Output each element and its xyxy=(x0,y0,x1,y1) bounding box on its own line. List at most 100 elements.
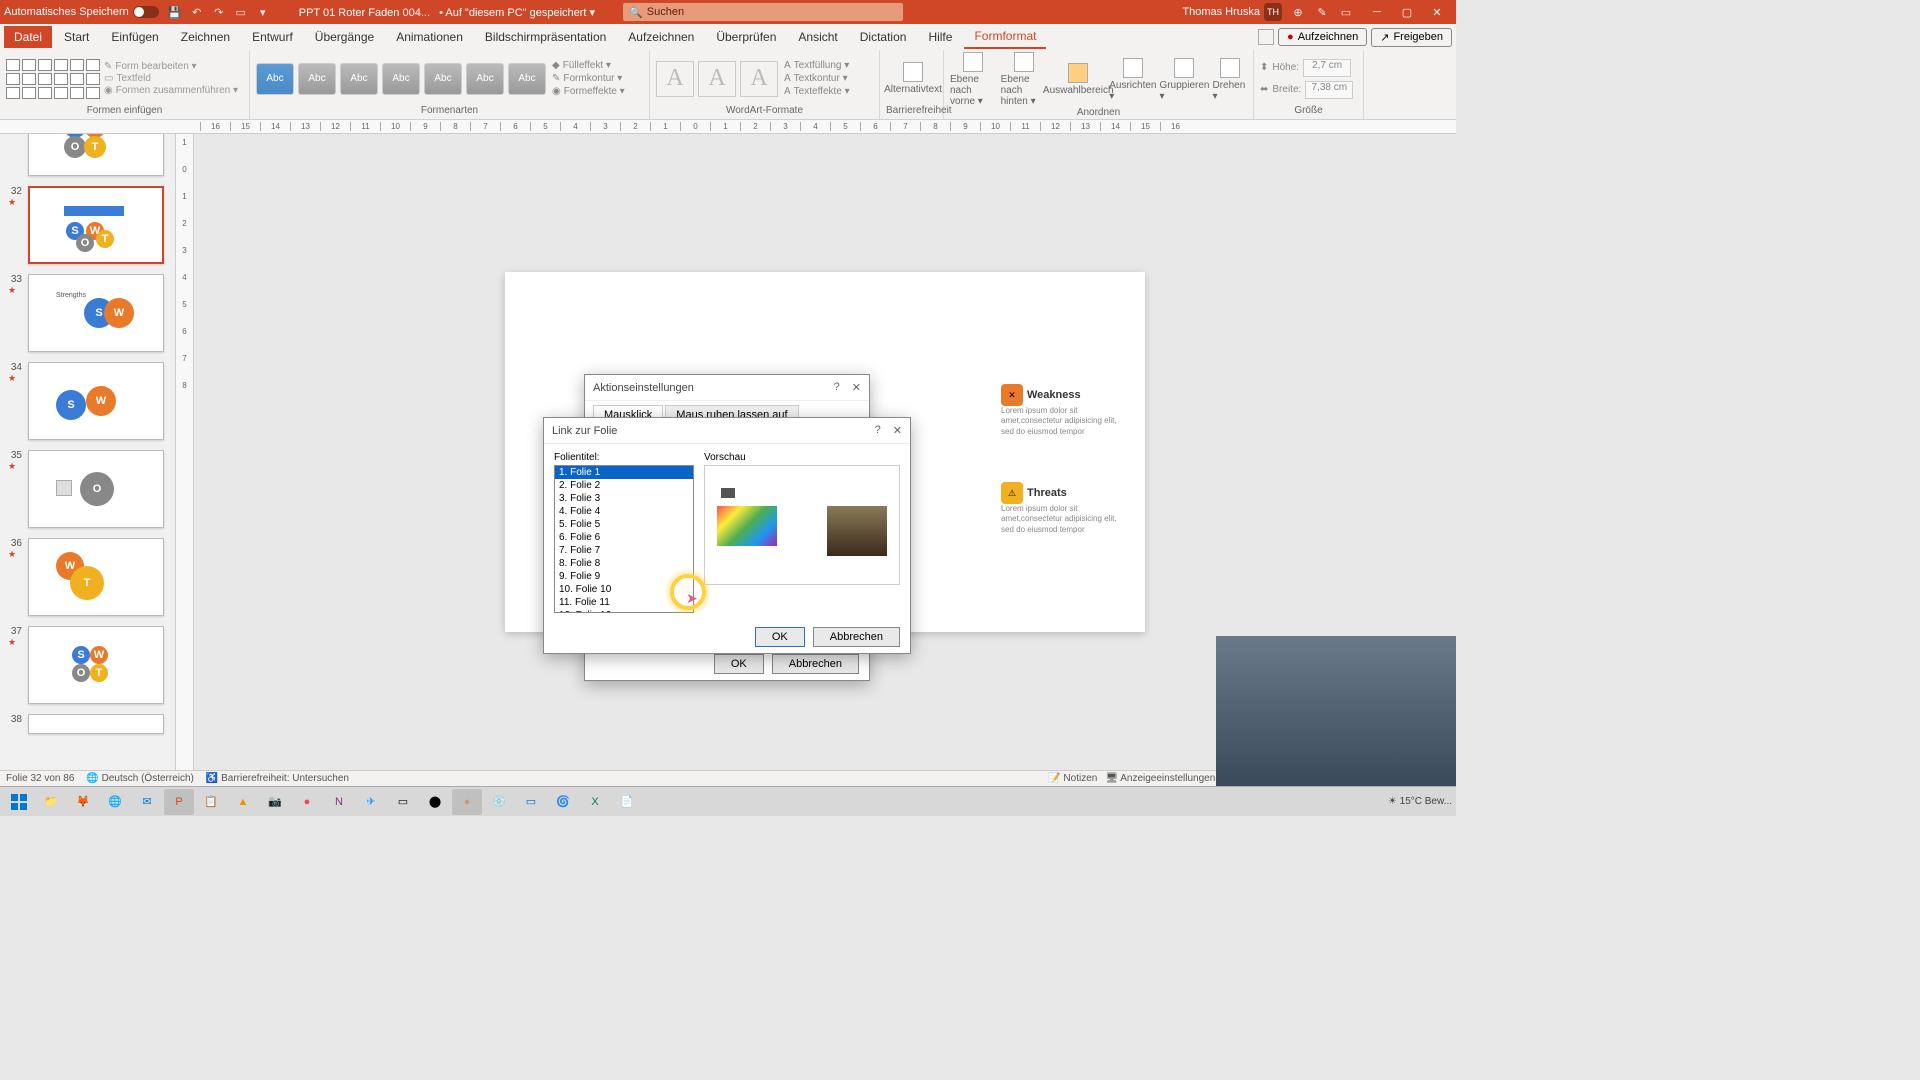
onenote-icon[interactable]: N xyxy=(324,789,354,815)
tab-slideshow[interactable]: Bildschirmpräsentation xyxy=(475,26,616,48)
wordart-style-1[interactable]: A xyxy=(656,61,694,97)
thumbnail-33[interactable]: 33★ S W Strengths xyxy=(8,274,167,352)
tab-start[interactable]: Start xyxy=(54,26,99,48)
tab-transitions[interactable]: Übergänge xyxy=(305,26,384,48)
link-dialog-titlebar[interactable]: Link zur Folie ? ✕ xyxy=(544,418,910,444)
powerpoint-icon[interactable]: P xyxy=(164,789,194,815)
close-button[interactable]: ✕ xyxy=(1422,2,1452,22)
tab-help[interactable]: Hilfe xyxy=(918,26,962,48)
link-cancel-button[interactable]: Abbrechen xyxy=(813,627,900,647)
app-icon-2[interactable]: 📷 xyxy=(260,789,290,815)
thumbnail-31-partial[interactable]: S W O T xyxy=(8,134,167,176)
textbox-button[interactable]: ▭ Textfeld xyxy=(104,73,238,84)
chrome-icon[interactable]: 🌐 xyxy=(100,789,130,815)
outlook-icon[interactable]: ✉ xyxy=(132,789,162,815)
shape-fill-button[interactable]: ◆ Fülleffekt ▾ xyxy=(550,59,627,72)
wordart-style-2[interactable]: A xyxy=(698,61,736,97)
slide-list-item-8[interactable]: 8. Folie 8 xyxy=(555,557,693,570)
rotate-button[interactable]: Drehen ▾ xyxy=(1212,58,1247,102)
redo-icon[interactable]: ↷ xyxy=(211,4,227,20)
shape-style-6[interactable]: Abc xyxy=(466,63,504,95)
language-indicator[interactable]: 🌐 Deutsch (Österreich) xyxy=(86,773,193,784)
shape-style-2[interactable]: Abc xyxy=(298,63,336,95)
app-icon-8[interactable]: 📄 xyxy=(612,789,642,815)
slide-list-item-3[interactable]: 3. Folie 3 xyxy=(555,492,693,505)
shape-style-1[interactable]: Abc xyxy=(256,63,294,95)
height-input[interactable]: 2,7 cm xyxy=(1303,59,1351,77)
tab-shapeformat[interactable]: Formformat xyxy=(964,25,1046,49)
slide-list-item-12[interactable]: 12. Folie 12 xyxy=(555,609,693,613)
link-ok-button[interactable]: OK xyxy=(755,627,805,647)
undo-icon[interactable]: ↶ xyxy=(189,4,205,20)
text-outline-button[interactable]: A Textkontur ▾ xyxy=(782,72,852,85)
action-dialog-titlebar[interactable]: Aktionseinstellungen ? ✕ xyxy=(585,375,869,401)
slide-list-item-10[interactable]: 10. Folie 10 xyxy=(555,583,693,596)
thumbnail-32[interactable]: 32★ S W O T xyxy=(8,186,167,264)
thumbnail-38[interactable]: 38 xyxy=(8,714,167,734)
text-fill-button[interactable]: A Textfüllung ▾ xyxy=(782,59,852,72)
firefox-icon[interactable]: 🦊 xyxy=(68,789,98,815)
maximize-button[interactable]: ▢ xyxy=(1392,2,1422,22)
link-help-icon[interactable]: ? xyxy=(875,424,881,437)
more-icon[interactable]: ▾ xyxy=(255,4,271,20)
tools-icon[interactable]: ✎ xyxy=(1314,4,1330,20)
slide-list-item-11[interactable]: 11. Folie 11 xyxy=(555,596,693,609)
slide-list-item-7[interactable]: 7. Folie 7 xyxy=(555,544,693,557)
excel-icon[interactable]: X xyxy=(580,789,610,815)
weather-widget[interactable]: ☀ 15°C Bew... xyxy=(1388,796,1452,807)
coming-soon-icon[interactable]: ⊕ xyxy=(1290,4,1306,20)
action-ok-button[interactable]: OK xyxy=(714,654,764,674)
wordart-style-3[interactable]: A xyxy=(740,61,778,97)
merge-shapes-button[interactable]: ◉ Formen zusammenführen ▾ xyxy=(104,85,238,96)
slide-list-item-6[interactable]: 6. Folie 6 xyxy=(555,531,693,544)
text-effects-button[interactable]: A Texteffekte ▾ xyxy=(782,85,852,98)
action-help-icon[interactable]: ? xyxy=(834,381,840,394)
slide-list-item-5[interactable]: 5. Folie 5 xyxy=(555,518,693,531)
action-cancel-button[interactable]: Abbrechen xyxy=(772,654,859,674)
align-button[interactable]: Ausrichten ▾ xyxy=(1109,58,1156,102)
app-icon-5[interactable]: ● xyxy=(452,789,482,815)
tab-dictation[interactable]: Dictation xyxy=(850,26,917,48)
action-close-icon[interactable]: ✕ xyxy=(852,381,861,394)
width-input[interactable]: 7,38 cm xyxy=(1305,81,1353,99)
tab-record[interactable]: Aufzeichnen xyxy=(618,26,704,48)
slide-list-item-4[interactable]: 4. Folie 4 xyxy=(555,505,693,518)
tab-view[interactable]: Ansicht xyxy=(788,26,847,48)
shape-style-4[interactable]: Abc xyxy=(382,63,420,95)
notes-toggle[interactable]: 📝 Notizen xyxy=(1048,773,1097,784)
slide-list-item-2[interactable]: 2. Folie 2 xyxy=(555,479,693,492)
tab-review[interactable]: Überprüfen xyxy=(706,26,786,48)
telegram-icon[interactable]: ✈ xyxy=(356,789,386,815)
app-icon-7[interactable]: ▭ xyxy=(516,789,546,815)
app-icon-3[interactable]: ● xyxy=(292,789,322,815)
alt-text-button[interactable]: Alternativtext xyxy=(886,62,940,95)
tab-draw[interactable]: Zeichnen xyxy=(171,26,240,48)
tab-design[interactable]: Entwurf xyxy=(242,26,303,48)
accessibility-checker[interactable]: ♿ Barrierefreiheit: Untersuchen xyxy=(206,773,349,784)
ribbon-options-icon[interactable]: ▭ xyxy=(1338,4,1354,20)
autosave-switch[interactable] xyxy=(133,6,159,18)
share-button[interactable]: ↗Freigeben xyxy=(1371,28,1452,47)
comments-icon[interactable] xyxy=(1258,29,1274,45)
thumbnail-37[interactable]: 37★ S W O T xyxy=(8,626,167,704)
start-button[interactable] xyxy=(4,789,34,815)
group-button[interactable]: Gruppieren ▾ xyxy=(1160,58,1208,102)
record-button[interactable]: ●Aufzeichnen xyxy=(1278,28,1367,46)
autosave-toggle[interactable]: Automatisches Speichern xyxy=(4,6,159,18)
slide-list-item-1[interactable]: 1. Folie 1 xyxy=(555,466,693,479)
vlc-icon[interactable]: ▲ xyxy=(228,789,258,815)
search-box[interactable]: 🔍 Suchen xyxy=(623,3,903,21)
slideshow-icon[interactable]: ▭ xyxy=(233,4,249,20)
slide-counter[interactable]: Folie 32 von 86 xyxy=(6,773,74,784)
selection-pane-button[interactable]: Auswahlbereich xyxy=(1051,63,1105,96)
shape-effects-button[interactable]: ◉ Formeffekte ▾ xyxy=(550,85,627,98)
shapes-gallery[interactable] xyxy=(6,59,100,99)
shape-style-5[interactable]: Abc xyxy=(424,63,462,95)
display-settings[interactable]: 🖥 Anzeigeeinstellungen xyxy=(1105,773,1215,784)
thumbnail-34[interactable]: 34★ S W xyxy=(8,362,167,440)
tab-animations[interactable]: Animationen xyxy=(386,26,473,48)
thumbnail-36[interactable]: 36★ W T xyxy=(8,538,167,616)
bring-forward-button[interactable]: Ebene nach vorne ▾ xyxy=(950,52,997,107)
slide-title-listbox[interactable]: 1. Folie 1 2. Folie 2 3. Folie 3 4. Foli… xyxy=(554,465,694,613)
explorer-icon[interactable]: 📁 xyxy=(36,789,66,815)
